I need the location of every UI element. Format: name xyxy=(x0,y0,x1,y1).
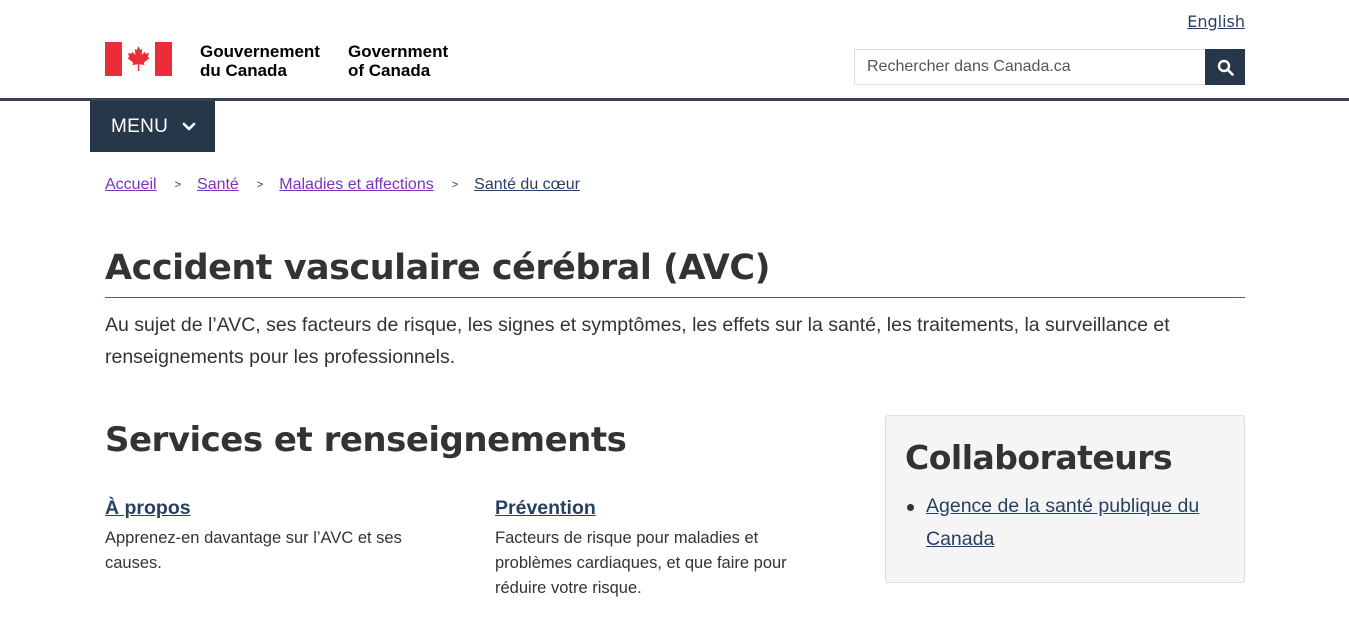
site-header: English Gouvernement du Canada Governmen… xyxy=(0,0,1349,98)
chevron-down-icon xyxy=(182,122,196,132)
service-card: À propos Apprenez-en davantage sur l’AVC… xyxy=(105,497,445,576)
search-input[interactable] xyxy=(854,49,1205,85)
menu-label: MENU xyxy=(111,115,169,137)
breadcrumb-separator: > xyxy=(451,179,459,191)
government-signature[interactable]: Gouvernement du Canada Government of Can… xyxy=(105,42,448,80)
breadcrumb-link-maladies[interactable]: Maladies et affections xyxy=(279,176,433,194)
breadcrumb-link-accueil[interactable]: Accueil xyxy=(105,176,157,194)
search-form xyxy=(854,49,1245,85)
fip-english-line2: of Canada xyxy=(347,61,431,80)
fip-french: Gouvernement du Canada xyxy=(200,42,320,80)
service-description: Apprenez-en davantage sur l’AVC et ses c… xyxy=(105,529,402,572)
service-link-prevention[interactable]: Prévention xyxy=(495,497,596,520)
page-title: Accident vasculaire cérébral (AVC) xyxy=(105,248,771,288)
fip-english: Government of Canada xyxy=(348,42,448,80)
breadcrumb-separator: > xyxy=(256,179,264,191)
fip-french-line2: du Canada xyxy=(200,61,287,80)
fip-english-line1: Government xyxy=(347,42,449,61)
language-toggle-link[interactable]: English xyxy=(1187,12,1245,31)
breadcrumb-link-sante-coeur[interactable]: Santé du cœur xyxy=(474,176,580,194)
breadcrumb: Accueil > Santé > Maladies et affections… xyxy=(105,176,580,194)
collaborator-link-aspc[interactable]: Agence de la santé publique du Canada xyxy=(926,495,1199,550)
search-icon xyxy=(1217,59,1234,76)
collaborators-list: Agence de la santé publique du Canada xyxy=(907,490,1226,556)
breadcrumb-separator: > xyxy=(174,179,182,191)
search-button[interactable] xyxy=(1205,49,1245,85)
menu-button[interactable]: MENU xyxy=(90,101,215,152)
collaborators-panel: Collaborateurs Agence de la santé publiq… xyxy=(885,415,1245,583)
service-card: Prévention Facteurs de risque pour malad… xyxy=(495,497,835,601)
bullet-icon xyxy=(907,504,914,511)
service-link-a-propos[interactable]: À propos xyxy=(105,497,191,520)
page-intro: Au sujet de l’AVC, ses facteurs de risqu… xyxy=(105,314,1170,368)
fip-french-line1: Gouvernement xyxy=(200,42,320,61)
breadcrumb-link-sante[interactable]: Santé xyxy=(197,176,239,194)
canada-flag-icon xyxy=(105,42,172,76)
list-item: Agence de la santé publique du Canada xyxy=(907,490,1226,556)
title-underline xyxy=(105,297,1245,298)
services-heading: Services et renseignements xyxy=(105,420,627,460)
collaborators-heading: Collaborateurs xyxy=(905,438,1173,477)
service-description: Facteurs de risque pour maladies et prob… xyxy=(495,529,787,597)
